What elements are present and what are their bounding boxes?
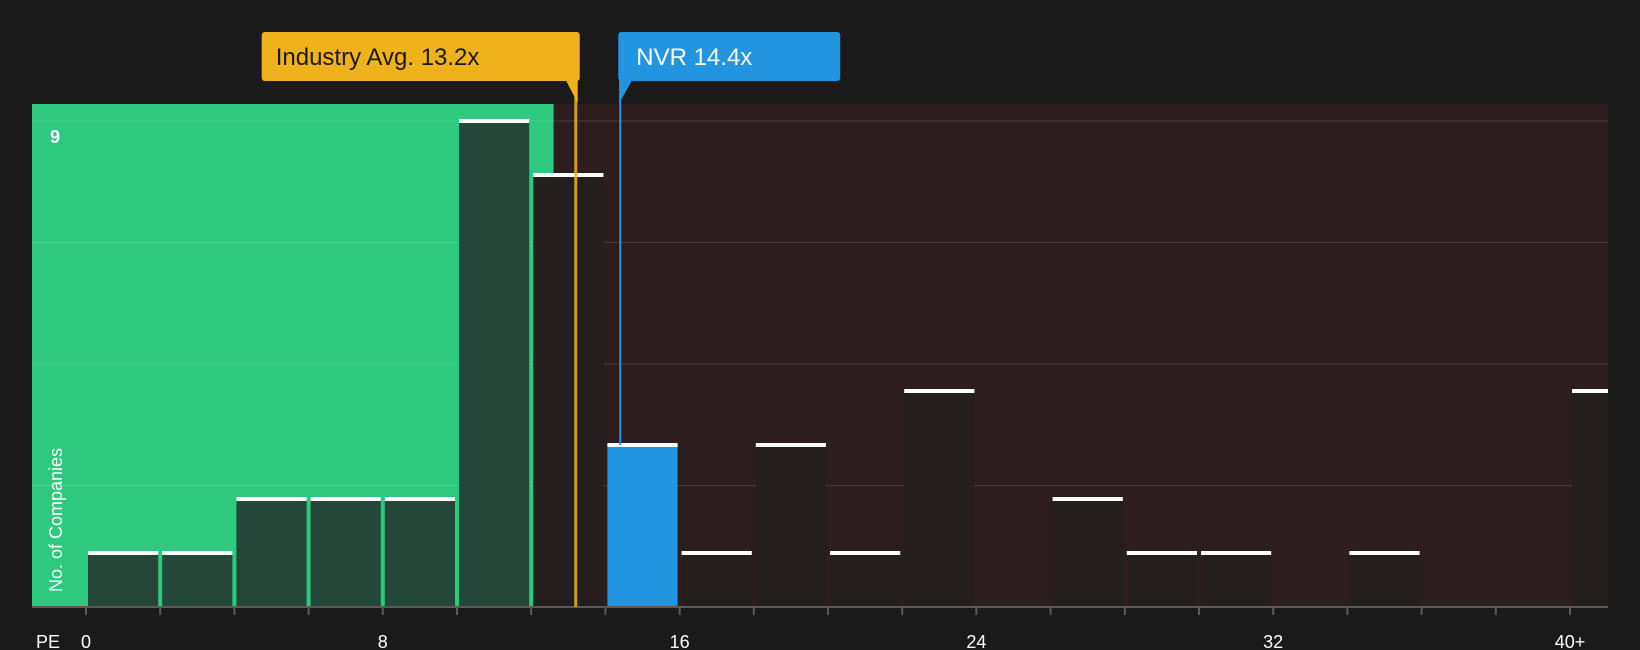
bar-8: [384, 499, 455, 607]
bar-cap-30: [1201, 551, 1272, 555]
bar-6: [310, 499, 381, 607]
industry-avg-label: Industry Avg. 13.2x: [276, 44, 480, 71]
bar-cap-12: [533, 173, 604, 177]
x-tick-label-0: 0: [81, 632, 91, 650]
bar-4: [236, 499, 307, 607]
bar-12: [533, 175, 604, 607]
bar-22: [904, 391, 975, 607]
bar-cap-20: [830, 551, 901, 555]
bar-cap-14: [607, 443, 678, 447]
x-axis-label: PE: [36, 632, 60, 650]
bar-18: [755, 445, 826, 607]
bar-cap-10: [459, 119, 530, 123]
bar-10: [459, 121, 530, 607]
bar-cap-18: [755, 443, 826, 447]
bar-28: [1126, 553, 1197, 607]
bar-0: [88, 553, 159, 607]
x-tick-label-24: 24: [966, 632, 986, 650]
x-tick-label-32: 32: [1263, 632, 1283, 650]
bar-34: [1349, 553, 1420, 607]
company-label: NVR 14.4x: [636, 44, 752, 71]
x-tick-label-16: 16: [670, 632, 690, 650]
bar-cap-2: [162, 551, 233, 555]
y-axis-max-tick: 9: [50, 127, 60, 147]
bar-cap-28: [1126, 551, 1197, 555]
x-tick-label-8: 8: [378, 632, 388, 650]
bar-cap-22: [904, 389, 975, 393]
x-axis: 0 8 16 24 32 40+: [32, 606, 1608, 650]
pe-distribution-chart: 0 8 16 24 32 40+ Industry Avg. 13.2x NVR 14.4x…: [32, 32, 1608, 650]
bar-cap-26: [1052, 497, 1123, 501]
bar-cap-0: [88, 551, 159, 555]
bar-20: [830, 553, 901, 607]
bar-14: [607, 445, 678, 607]
bar-cap-8: [384, 497, 455, 501]
industry-avg-pointer: [565, 80, 578, 103]
bar-40: [1572, 391, 1608, 607]
bar-2: [162, 553, 233, 607]
bar-16: [681, 553, 752, 607]
bar-cap-40: [1572, 389, 1608, 393]
bar-cap-16: [681, 551, 752, 555]
x-tick-label-40: 40+: [1555, 632, 1586, 650]
bar-cap-4: [236, 497, 307, 501]
y-axis-label: No. of Companies: [46, 448, 66, 592]
bar-cap-34: [1349, 551, 1420, 555]
bar-30: [1201, 553, 1272, 607]
bar-26: [1052, 499, 1123, 607]
bar-cap-6: [310, 497, 381, 501]
